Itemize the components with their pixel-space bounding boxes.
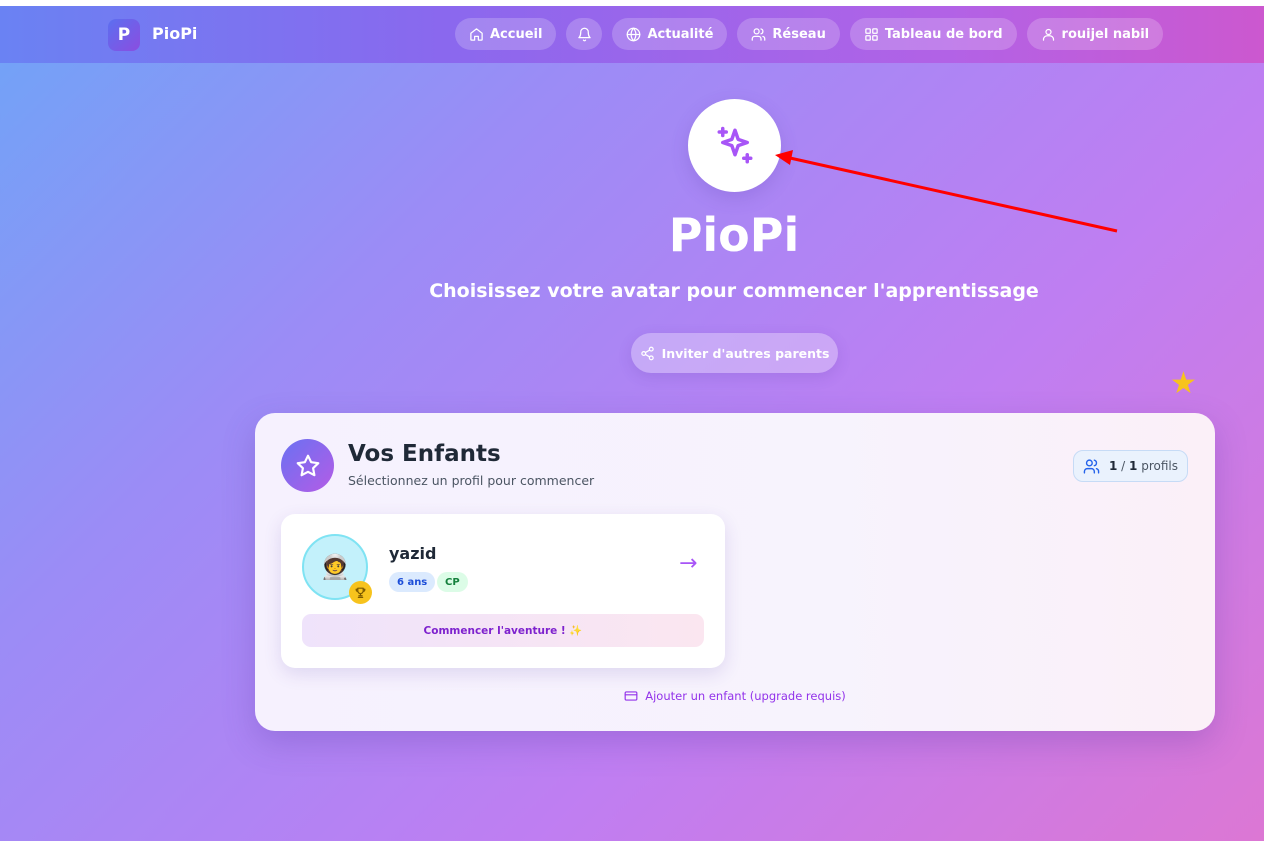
- trophy-icon: [349, 581, 372, 604]
- users-icon: [1083, 458, 1100, 474]
- panel-title: Vos Enfants: [348, 441, 501, 467]
- start-adventure-button[interactable]: Commencer l'aventure ! ✨: [302, 614, 704, 647]
- arrow-right-icon[interactable]: →: [679, 551, 697, 576]
- star-icon: ★: [1170, 366, 1197, 401]
- invite-parents-label: Inviter d'autres parents: [661, 345, 830, 361]
- panel-subtitle: Sélectionnez un profil pour commencer: [348, 473, 595, 488]
- profile-count-unit: profils: [1141, 459, 1178, 473]
- child-profile-card[interactable]: 🧑‍🚀 yazid 6 ans CP → Commencer l'aventur…: [281, 514, 725, 668]
- add-child-link[interactable]: Ajouter un enfant (upgrade requis): [255, 689, 1215, 703]
- add-child-label: Ajouter un enfant (upgrade requis): [645, 689, 846, 703]
- panel-star-badge: [281, 439, 334, 492]
- hero-subtitle: Choisissez votre avatar pour commencer l…: [429, 280, 1039, 302]
- child-grade-tag: CP: [437, 572, 468, 592]
- profile-count-max: 1: [1129, 459, 1138, 473]
- profile-count-text: 1 / 1 profils: [1109, 459, 1178, 473]
- credit-card-icon: [624, 691, 638, 701]
- star-icon: [296, 454, 319, 476]
- child-age-tag: 6 ans: [389, 572, 436, 592]
- profile-count-separator: /: [1117, 459, 1130, 473]
- hero-title: PioPi: [668, 208, 800, 262]
- profile-count-badge: 1 / 1 profils: [1073, 450, 1188, 482]
- invite-parents-button[interactable]: Inviter d'autres parents: [631, 333, 838, 373]
- children-panel: Vos Enfants Sélectionnez un profil pour …: [255, 413, 1215, 731]
- share-icon: [640, 346, 654, 360]
- child-name: yazid: [389, 544, 437, 563]
